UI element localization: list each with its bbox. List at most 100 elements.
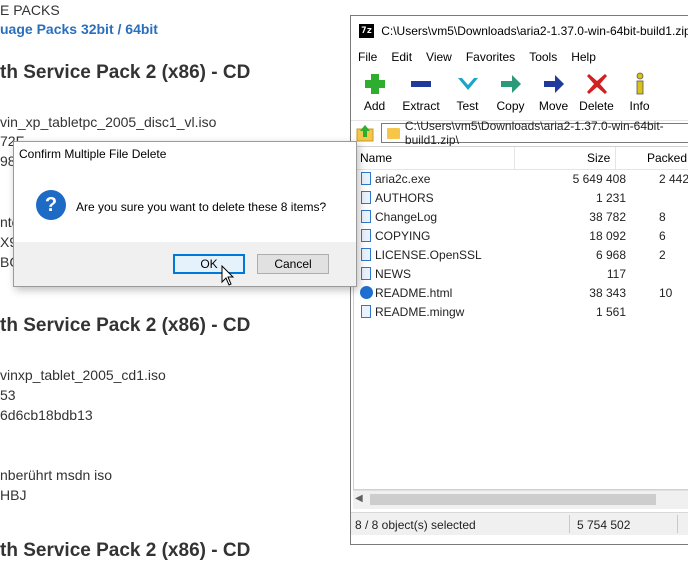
selected-size: 5 754 502 bbox=[577, 518, 631, 532]
move-button-label: Move bbox=[538, 99, 569, 113]
minus-icon bbox=[411, 81, 431, 87]
file-list-header: Name Size Packed bbox=[354, 147, 688, 170]
file-row[interactable]: ChangeLog 38 782 8 bbox=[354, 208, 688, 227]
scrollbar-thumb[interactable] bbox=[370, 494, 656, 505]
file-icon bbox=[361, 267, 371, 280]
toolbar: Add Extract Test Copy Move Delete Info bbox=[351, 69, 688, 119]
test-button[interactable]: Test bbox=[446, 69, 489, 117]
file-row[interactable]: README.mingw 1 561 bbox=[354, 303, 688, 322]
folder-icon bbox=[387, 127, 400, 139]
menu-edit[interactable]: Edit bbox=[384, 50, 419, 64]
file-size: 117 bbox=[606, 267, 626, 281]
selection-status: 8 / 8 object(s) selected bbox=[355, 518, 476, 532]
delete-button-label: Delete bbox=[579, 99, 614, 113]
file-packed-size: 10 bbox=[659, 286, 673, 300]
file-icon bbox=[361, 305, 371, 318]
dialog-footer: OK Cancel bbox=[14, 242, 356, 286]
html-file-icon bbox=[360, 286, 373, 299]
copy-arrow-icon bbox=[500, 75, 521, 93]
info-button[interactable]: Info bbox=[618, 69, 661, 117]
info-button-label: Info bbox=[629, 99, 650, 113]
file-size: 5 649 408 bbox=[572, 172, 626, 186]
delete-x-icon bbox=[586, 74, 607, 94]
file-row[interactable]: README.html 38 343 10 bbox=[354, 284, 688, 303]
menu-tools[interactable]: Tools bbox=[522, 50, 564, 64]
file-icon bbox=[361, 229, 371, 242]
text-fragment: HBJ bbox=[0, 487, 27, 503]
add-button[interactable]: Add bbox=[353, 69, 396, 117]
file-icon bbox=[361, 248, 371, 261]
column-divider[interactable] bbox=[615, 147, 616, 169]
title-bar[interactable]: 7z C:\Users\vm5\Downloads\aria2-1.37.0-w… bbox=[351, 16, 688, 46]
file-name: README.mingw bbox=[375, 305, 465, 319]
file-icon bbox=[361, 210, 371, 223]
horizontal-scrollbar[interactable]: ◀ bbox=[353, 490, 688, 509]
check-icon bbox=[457, 78, 478, 90]
add-button-label: Add bbox=[363, 99, 386, 113]
7zip-window: 7z C:\Users\vm5\Downloads\aria2-1.37.0-w… bbox=[350, 15, 688, 545]
extract-button[interactable]: Extract bbox=[396, 69, 446, 117]
extract-button-label: Extract bbox=[402, 99, 440, 113]
file-packed-size: 2 bbox=[659, 248, 666, 262]
menu-favorites[interactable]: Favorites bbox=[459, 50, 522, 64]
file-size: 1 231 bbox=[595, 191, 626, 205]
file-size: 6 968 bbox=[595, 248, 626, 262]
address-field[interactable]: C:\Users\vm5\Downloads\aria2-1.37.0-win-… bbox=[381, 119, 688, 147]
menu-bar: File Edit View Favorites Tools Help bbox=[351, 46, 688, 68]
dialog-body: ? Are you sure you want to delete these … bbox=[14, 170, 356, 242]
section-heading: th Service Pack 2 (x86) - CD bbox=[0, 62, 251, 83]
up-folder-icon[interactable] bbox=[355, 123, 375, 143]
file-name: NEWS bbox=[375, 267, 411, 281]
file-packed-size: 6 bbox=[659, 229, 666, 243]
file-name: README.html bbox=[375, 286, 453, 300]
column-divider[interactable] bbox=[514, 147, 515, 169]
language-packs-link[interactable]: uage Packs 32bit / 64bit bbox=[0, 21, 158, 37]
file-name: LICENSE.OpenSSL bbox=[375, 248, 482, 262]
address-path: C:\Users\vm5\Downloads\aria2-1.37.0-win-… bbox=[404, 119, 664, 147]
iso-filename: vin_xp_tabletpc_2005_disc1_vl.iso bbox=[0, 114, 217, 130]
copy-button[interactable]: Copy bbox=[489, 69, 532, 117]
move-button[interactable]: Move bbox=[532, 69, 575, 117]
status-bar: 8 / 8 object(s) selected 5 754 502 bbox=[351, 512, 688, 535]
address-bar: C:\Users\vm5\Downloads\aria2-1.37.0-win-… bbox=[351, 119, 688, 147]
file-icon bbox=[361, 191, 371, 204]
column-size[interactable]: Size bbox=[587, 151, 610, 165]
dialog-message: Are you sure you want to delete these 8 … bbox=[76, 200, 327, 214]
status-divider bbox=[677, 515, 678, 533]
file-size: 38 343 bbox=[589, 286, 626, 300]
file-packed-size: 8 bbox=[659, 210, 666, 224]
menu-file[interactable]: File bbox=[351, 50, 384, 64]
file-size: 38 782 bbox=[589, 210, 626, 224]
file-row[interactable]: COPYING 18 092 6 bbox=[354, 227, 688, 246]
iso-filename: vinxp_tablet_2005_cd1.iso bbox=[0, 367, 166, 383]
file-name: aria2c.exe bbox=[375, 172, 431, 186]
file-size: 1 561 bbox=[595, 305, 626, 319]
page-text-line: E PACKS bbox=[0, 2, 60, 18]
menu-help[interactable]: Help bbox=[564, 50, 603, 64]
hash-fragment: 6d6cb18bdb13 bbox=[0, 407, 93, 423]
file-size: 18 092 bbox=[589, 229, 626, 243]
window-title: C:\Users\vm5\Downloads\aria2-1.37.0-win-… bbox=[381, 24, 688, 38]
confirm-delete-dialog: Confirm Multiple File Delete ? Are you s… bbox=[13, 141, 357, 287]
section-heading: th Service Pack 2 (x86) - CD bbox=[0, 315, 251, 336]
file-packed-size: 2 442 bbox=[659, 172, 688, 186]
file-row[interactable]: LICENSE.OpenSSL 6 968 2 bbox=[354, 246, 688, 265]
hash-fragment: 53 bbox=[0, 387, 16, 403]
file-row[interactable]: aria2c.exe 5 649 408 2 442 bbox=[354, 170, 688, 189]
text-note: nberührt msdn iso bbox=[0, 467, 113, 483]
mouse-pointer-icon bbox=[221, 265, 235, 286]
test-button-label: Test bbox=[456, 99, 479, 113]
file-row[interactable]: NEWS 117 bbox=[354, 265, 688, 284]
file-row[interactable]: AUTHORS 1 231 bbox=[354, 189, 688, 208]
column-packed[interactable]: Packed bbox=[647, 151, 687, 165]
copy-button-label: Copy bbox=[496, 99, 525, 113]
delete-button[interactable]: Delete bbox=[575, 69, 618, 117]
column-name[interactable]: Name bbox=[360, 151, 392, 165]
dialog-title: Confirm Multiple File Delete bbox=[19, 147, 167, 161]
scroll-left-icon[interactable]: ◀ bbox=[355, 493, 363, 504]
move-arrow-icon bbox=[543, 75, 564, 93]
file-name: AUTHORS bbox=[375, 191, 434, 205]
7zip-app-icon: 7z bbox=[359, 24, 375, 38]
cancel-button[interactable]: Cancel bbox=[257, 254, 329, 274]
menu-view[interactable]: View bbox=[419, 50, 459, 64]
